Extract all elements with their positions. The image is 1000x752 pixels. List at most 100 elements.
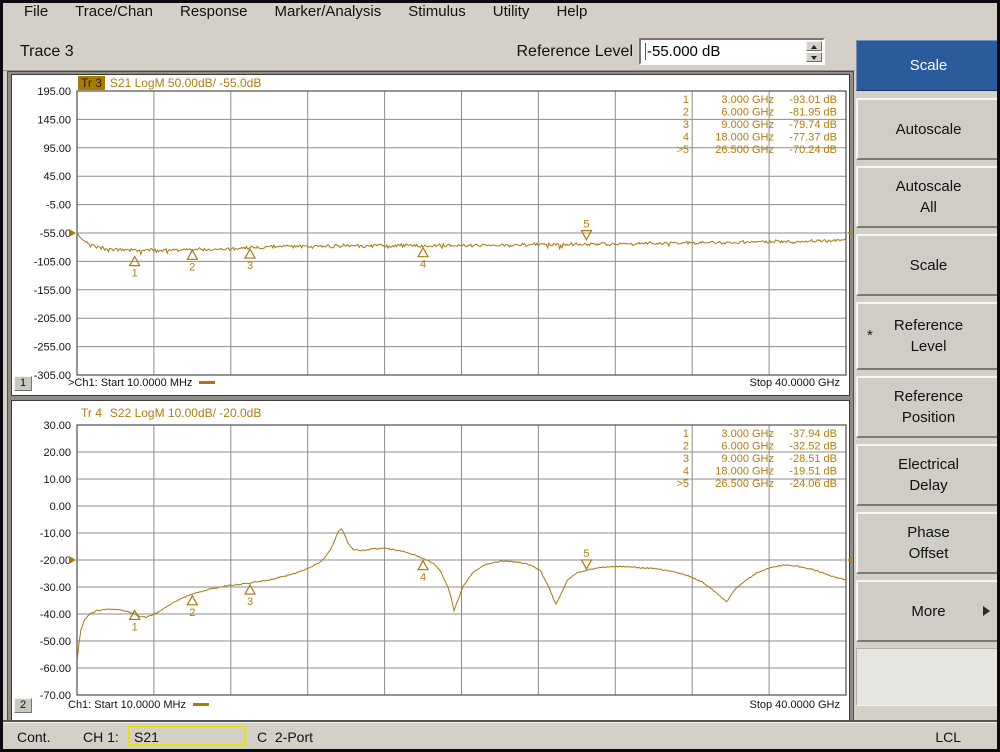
marker-3-symbol[interactable] [245, 249, 255, 258]
svg-text:5: 5 [583, 219, 589, 231]
svg-text:18.000 GHz: 18.000 GHz [715, 132, 774, 144]
svg-text:-30.00: -30.00 [40, 582, 71, 594]
svg-text:-70.24 dB: -70.24 dB [789, 144, 837, 156]
svg-text:2: 2 [189, 607, 195, 619]
svg-text:0.00: 0.00 [50, 501, 71, 513]
svg-text:20.00: 20.00 [43, 447, 71, 459]
trace-markers: 12345 [130, 548, 592, 633]
menu-item-stimulus[interactable]: Stimulus [408, 3, 466, 20]
marker-4-symbol[interactable] [418, 561, 428, 570]
arrow-down-icon [811, 56, 817, 60]
calibration-status: C 2-Port [257, 729, 313, 745]
menu-item-utility[interactable]: Utility [493, 3, 530, 20]
plot-area-1: 195.00145.0095.0045.00-5.00-55.00-105.00… [12, 75, 851, 397]
svg-text:1: 1 [683, 94, 689, 106]
svg-text:>5: >5 [676, 478, 689, 490]
marker-5-symbol[interactable] [581, 231, 591, 240]
softkey-reference-position[interactable]: ReferencePosition [856, 376, 1000, 438]
chart-footer-2: 2 Ch1: Start 10.0000 MHz Stop 40.0000 GH… [12, 698, 849, 716]
local-remote-status: LCL [935, 729, 961, 745]
marker-2-symbol[interactable] [187, 250, 197, 259]
stop-frequency-label-1: Stop 40.0000 GHz [749, 377, 840, 389]
start-frequency-label-1: >Ch1: Start 10.0000 MHz [68, 377, 192, 389]
svg-text:-93.01 dB: -93.01 dB [789, 94, 837, 106]
menu-item-response[interactable]: Response [180, 3, 248, 20]
svg-text:3.000 GHz: 3.000 GHz [721, 428, 774, 440]
svg-text:145.00: 145.00 [37, 114, 71, 126]
svg-text:3: 3 [247, 260, 253, 272]
svg-text:3: 3 [247, 596, 253, 608]
menu-item-help[interactable]: Help [556, 3, 587, 20]
svg-text:6.000 GHz: 6.000 GHz [721, 107, 774, 119]
softkey-autoscale[interactable]: Autoscale [856, 98, 1000, 160]
svg-text:-105.00: -105.00 [34, 256, 71, 268]
reference-level-arrow-left [69, 229, 76, 237]
svg-text:-40.00: -40.00 [40, 609, 71, 621]
marker-5-symbol[interactable] [581, 560, 591, 569]
marker-4-symbol[interactable] [418, 248, 428, 257]
spin-down-button[interactable] [806, 52, 822, 62]
svg-text:3: 3 [683, 453, 689, 465]
window-number-badge-1: 1 [14, 376, 32, 391]
active-trace-label: Trace 3 [20, 43, 74, 61]
svg-text:4: 4 [420, 572, 426, 584]
softkey-phase-offset[interactable]: PhaseOffset [856, 512, 1000, 574]
softkey-empty-slot [856, 648, 1000, 706]
svg-text:3: 3 [683, 119, 689, 131]
svg-text:-20.00: -20.00 [40, 555, 71, 567]
plot-area-2: 30.0020.0010.000.00-10.00-20.00-30.00-40… [12, 401, 851, 723]
stop-frequency-label-2: Stop 40.0000 GHz [749, 699, 840, 711]
svg-text:1: 1 [132, 268, 138, 280]
menu-item-file[interactable]: File [24, 3, 48, 20]
value-spinner [806, 41, 822, 62]
marker-3-symbol[interactable] [245, 585, 255, 594]
marker-1-symbol[interactable] [130, 610, 140, 619]
spin-up-button[interactable] [806, 41, 822, 51]
svg-text:5: 5 [583, 548, 589, 560]
reference-level-value: -55.000 dB [647, 43, 720, 60]
softkey-electrical-delay[interactable]: ElectricalDelay [856, 444, 1000, 506]
reference-level-arrow-right [847, 556, 851, 564]
svg-text:-37.94 dB: -37.94 dB [789, 428, 837, 440]
svg-text:>5: >5 [676, 144, 689, 156]
status-bar: Cont. CH 1: S21 C 2-Port LCL [3, 720, 997, 749]
svg-text:-205.00: -205.00 [34, 313, 71, 325]
text-caret [645, 43, 646, 60]
svg-text:6.000 GHz: 6.000 GHz [721, 441, 774, 453]
menu-item-trace-chan[interactable]: Trace/Chan [75, 3, 153, 20]
svg-text:2: 2 [683, 107, 689, 119]
svg-text:195.00: 195.00 [37, 86, 71, 98]
softkey-more[interactable]: More [856, 580, 1000, 642]
svg-text:4: 4 [683, 132, 689, 144]
svg-text:18.000 GHz: 18.000 GHz [715, 466, 774, 478]
charts-region: Tr 3S21 LogM 50.00dB/ -55.0dB 195.00145.… [7, 71, 854, 724]
menu-item-marker-analysis[interactable]: Marker/Analysis [275, 3, 382, 20]
reference-level-input[interactable]: -55.000 dB [639, 38, 825, 65]
reference-level-field-label: Reference Level [516, 43, 633, 61]
svg-text:2: 2 [683, 441, 689, 453]
active-entry-toolbar: Trace 3 Reference Level -55.000 dB [3, 34, 855, 71]
measurement-value: S21 [134, 729, 159, 745]
chart-window-1: Tr 3S21 LogM 50.00dB/ -55.0dB 195.00145.… [11, 74, 850, 396]
marker-readout: 13.000 GHz-37.94 dB26.000 GHz-32.52 dB39… [676, 428, 837, 490]
channel-label: CH 1: [83, 729, 119, 745]
reference-level-arrow-left [69, 556, 76, 564]
svg-text:1: 1 [683, 428, 689, 440]
svg-text:10.00: 10.00 [43, 474, 71, 486]
softkey-scale[interactable]: Scale [856, 234, 1000, 296]
softkey-menu: Scale AutoscaleAutoscaleAllScaleReferenc… [856, 40, 1000, 723]
svg-text:2: 2 [189, 261, 195, 273]
svg-text:4: 4 [420, 259, 426, 271]
svg-text:-28.51 dB: -28.51 dB [789, 453, 837, 465]
softkey-menu-title[interactable]: Scale [856, 40, 1000, 91]
menu-bar: File Trace/Chan Response Marker/Analysis Sti… [3, 3, 997, 20]
marker-2-symbol[interactable] [187, 596, 197, 605]
softkey-reference-level[interactable]: ReferenceLevel* [856, 302, 1000, 370]
svg-text:-10.00: -10.00 [40, 528, 71, 540]
measurement-box[interactable]: S21 [128, 726, 246, 746]
y-axis-labels: 195.00145.0095.0045.00-5.00-55.00-105.00… [34, 86, 71, 382]
start-frequency-label-2: Ch1: Start 10.0000 MHz [68, 699, 186, 711]
softkey-autoscale-all[interactable]: AutoscaleAll [856, 166, 1000, 228]
svg-text:-79.74 dB: -79.74 dB [789, 119, 837, 131]
svg-text:95.00: 95.00 [43, 143, 71, 155]
